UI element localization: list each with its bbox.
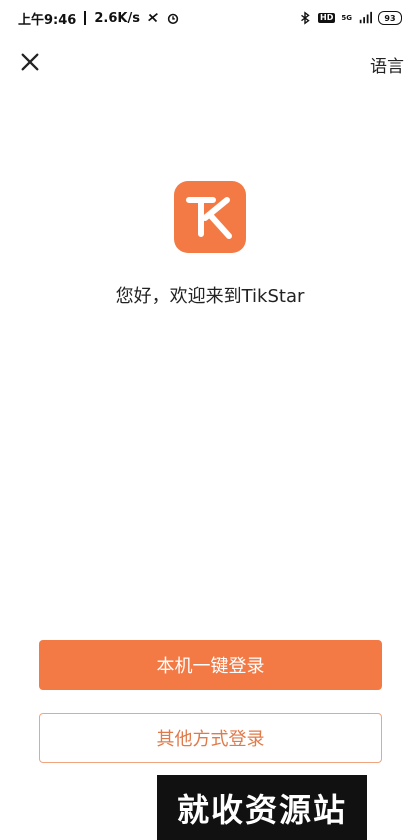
- language-button[interactable]: 语言: [370, 52, 404, 77]
- status-left: 上午9:46 2.6K/s: [18, 9, 180, 28]
- welcome-text: 您好，欢迎来到TikStar: [115, 286, 305, 307]
- signal-icon: [358, 11, 372, 25]
- status-network-speed: 2.6K/s: [94, 10, 140, 26]
- close-icon: [21, 53, 39, 71]
- close-button[interactable]: [18, 50, 42, 74]
- watermark-label: 就收资源站: [157, 775, 367, 840]
- app-logo: [174, 181, 246, 253]
- silent-icon: [146, 11, 160, 25]
- other-login-button[interactable]: 其他方式登录: [39, 713, 382, 763]
- network-type: 5G: [341, 14, 352, 22]
- battery-level: 93: [384, 13, 396, 23]
- hd-badge: HD: [318, 13, 336, 23]
- battery-indicator: 93: [378, 11, 402, 25]
- alarm-icon: [166, 11, 180, 25]
- status-bar: 上午9:46 2.6K/s HD 5G 93: [0, 0, 420, 36]
- status-time: 上午9:46: [18, 12, 77, 28]
- one-click-login-button[interactable]: 本机一键登录: [39, 640, 382, 690]
- status-right: HD 5G 93: [298, 11, 402, 25]
- tikstar-logo-icon: [186, 197, 232, 239]
- bluetooth-icon: [298, 11, 312, 25]
- status-divider: [84, 11, 87, 25]
- top-nav: 语言: [0, 42, 420, 82]
